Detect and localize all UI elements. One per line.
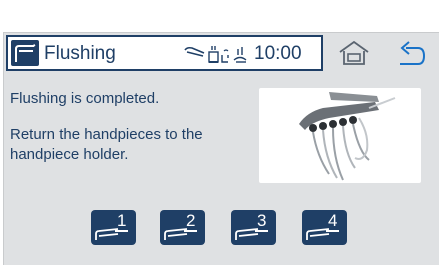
handpiece-2-button[interactable]: 2 — [160, 210, 205, 245]
handpiece-flushing-icon — [11, 40, 39, 66]
spittoon-icon — [221, 49, 229, 63]
back-button[interactable] — [392, 36, 428, 68]
handpiece-number: 4 — [326, 211, 340, 232]
handpiece-1-button[interactable]: 1 — [91, 210, 136, 245]
handpiece-4-button[interactable]: 4 — [302, 210, 347, 245]
handpiece-number: 3 — [255, 211, 269, 232]
flush-icon — [233, 47, 247, 63]
clock-time: 10:00 — [254, 43, 302, 64]
handpiece-3-button[interactable]: 3 — [231, 210, 276, 245]
page-title: Flushing — [44, 43, 116, 64]
completion-message: Flushing is completed. — [10, 90, 160, 107]
title-bar: Flushing 10:00 — [6, 35, 323, 71]
instruction-message: Return the handpieces to the handpiece h… — [10, 126, 203, 163]
cup-filler-icon — [208, 46, 219, 63]
handpiece-icon — [184, 46, 205, 57]
handpiece-number: 1 — [115, 211, 129, 232]
back-arrow-icon — [400, 41, 426, 65]
handpiece-number: 2 — [184, 211, 198, 232]
handpieces-photo — [259, 88, 421, 183]
status-icons — [184, 43, 250, 70]
home-icon — [339, 40, 369, 65]
home-button[interactable] — [334, 38, 374, 68]
